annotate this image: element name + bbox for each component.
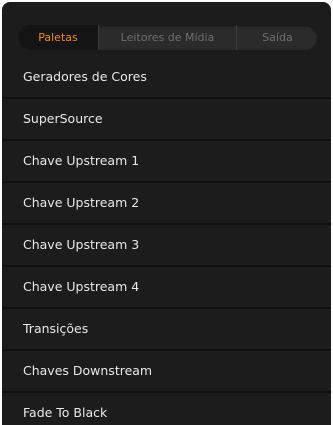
- tab-bar: Paletas Leitores de Mídia Saída: [18, 25, 318, 50]
- tab-saida[interactable]: Saída: [236, 25, 318, 50]
- list-item-geradores-de-cores[interactable]: Geradores de Cores: [2, 57, 331, 99]
- list-item-chave-upstream-4[interactable]: Chave Upstream 4: [2, 267, 331, 309]
- list-item-supersource[interactable]: SuperSource: [2, 99, 331, 141]
- tab-leitores-de-midia[interactable]: Leitores de Mídia: [98, 25, 236, 50]
- list-item-chaves-downstream[interactable]: Chaves Downstream: [2, 351, 331, 393]
- list-item-chave-upstream-2[interactable]: Chave Upstream 2: [2, 183, 331, 225]
- list-item-chave-upstream-3[interactable]: Chave Upstream 3: [2, 225, 331, 267]
- list-item-fade-to-black[interactable]: Fade To Black: [2, 393, 331, 425]
- list-item-transicoes[interactable]: Transições: [2, 309, 331, 351]
- list-item-chave-upstream-1[interactable]: Chave Upstream 1: [2, 141, 331, 183]
- palette-list: Geradores de Cores SuperSource Chave Ups…: [2, 57, 331, 425]
- tab-paletas[interactable]: Paletas: [18, 25, 98, 50]
- palettes-panel: Paletas Leitores de Mídia Saída Geradore…: [2, 2, 331, 425]
